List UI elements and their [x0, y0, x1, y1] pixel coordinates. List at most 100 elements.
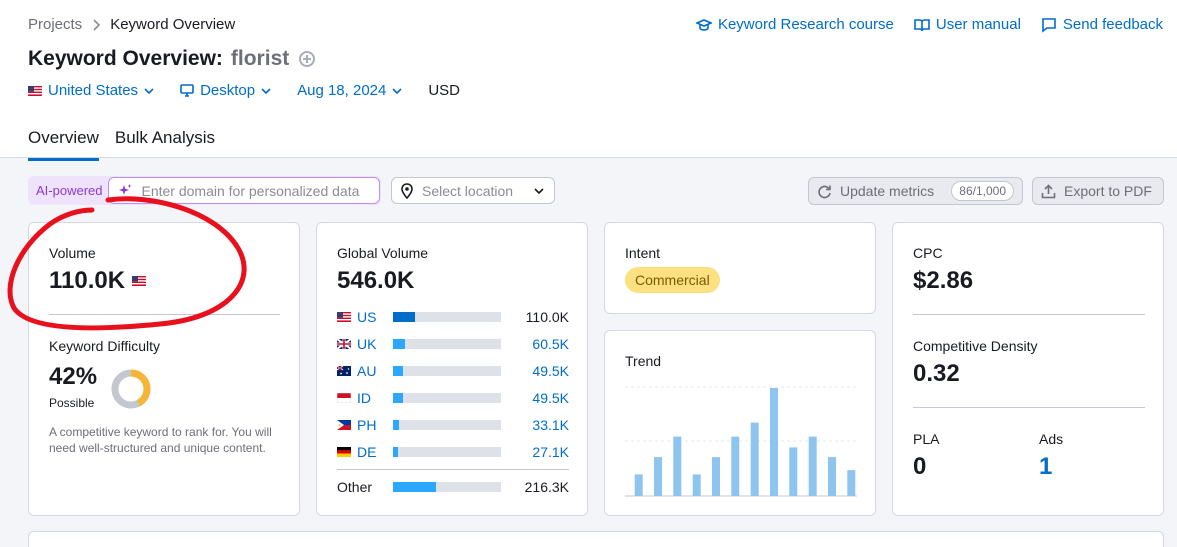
- volume-share-fill: [393, 366, 403, 376]
- global-volume-row[interactable]: UK 60.5K: [337, 334, 569, 354]
- ads-label: Ads: [1039, 431, 1064, 447]
- keyword-difficulty-description: A competitive keyword to rank for. You w…: [49, 425, 272, 455]
- device-dropdown[interactable]: Desktop: [180, 82, 271, 99]
- country-volume-value: 27.1K: [532, 444, 569, 460]
- volume-share-bar: [393, 312, 501, 322]
- add-keyword-icon[interactable]: [299, 51, 316, 67]
- trend-bar[interactable]: [770, 388, 778, 496]
- chevron-down-icon: [534, 187, 544, 194]
- tabs: Overview Bulk Analysis: [28, 128, 215, 161]
- volume-share-bar: [393, 366, 501, 376]
- global-volume-divider: [337, 469, 569, 470]
- id-flag-icon: [337, 393, 351, 403]
- trend-bar[interactable]: [789, 447, 798, 496]
- country-code-text: UK: [357, 336, 377, 352]
- next-section-card: [28, 531, 1164, 547]
- trend-bar[interactable]: [750, 422, 759, 496]
- send-feedback-link[interactable]: Send feedback: [1041, 16, 1163, 33]
- domain-input[interactable]: Enter domain for personalized data: [108, 177, 381, 204]
- trend-chart: [625, 386, 857, 497]
- country-code: DE: [337, 444, 377, 460]
- volume-share-bar: [393, 447, 501, 457]
- country-volume-value: 49.5K: [532, 390, 569, 406]
- date-label: Aug 18, 2024: [297, 82, 387, 99]
- upload-icon: [1041, 183, 1056, 198]
- book-icon: [914, 18, 930, 31]
- send-feedback-label: Send feedback: [1062, 16, 1163, 33]
- global-volume-row[interactable]: US 110.0K: [337, 307, 569, 327]
- page-title-text: Keyword Overview:: [28, 47, 223, 70]
- difficulty-donut-chart: [111, 369, 151, 409]
- toolbar: AI-powered Enter domain for personalized…: [28, 176, 1164, 206]
- date-dropdown[interactable]: Aug 18, 2024: [297, 82, 402, 99]
- country-code-text: US: [357, 309, 377, 325]
- top-links: Keyword Research course User manual Send…: [695, 16, 1163, 33]
- trend-bar[interactable]: [808, 436, 817, 496]
- country-code-text: ID: [357, 390, 371, 406]
- breadcrumb-projects-link[interactable]: Projects: [28, 16, 82, 33]
- update-metrics-count: 86/1,000: [951, 181, 1014, 201]
- country-label: United States: [48, 82, 139, 99]
- desktop-icon: [180, 84, 194, 97]
- trend-bar[interactable]: [847, 470, 856, 496]
- ads-value[interactable]: 1: [1039, 453, 1052, 481]
- trend-bar[interactable]: [731, 436, 740, 496]
- volume-share-bar: [393, 420, 501, 430]
- volume-share-bar: [393, 482, 501, 492]
- keyword-research-course-link[interactable]: Keyword Research course: [695, 16, 894, 33]
- tab-overview[interactable]: Overview: [28, 128, 99, 161]
- volume-share-fill: [393, 312, 415, 322]
- global-volume-value: 546.0K: [337, 267, 415, 294]
- page-title: Keyword Overview: florist: [28, 47, 316, 71]
- currency-label: USD: [428, 82, 461, 99]
- global-volume-row[interactable]: DE 27.1K: [337, 442, 569, 462]
- country-code-text: PH: [357, 417, 377, 433]
- cpc-card: CPC $2.86 Competitive Density 0.32 PLA 0…: [892, 222, 1164, 516]
- country-volume-value: 49.5K: [532, 363, 569, 379]
- other-label: Other: [337, 479, 373, 495]
- trend-bar[interactable]: [654, 457, 662, 496]
- volume-value: 110.0K: [49, 267, 126, 294]
- keyword-research-course-label: Keyword Research course: [717, 16, 894, 33]
- country-volume-value: 110.0K: [525, 309, 569, 325]
- global-volume-row[interactable]: AU 49.5K: [337, 361, 569, 381]
- competitive-density-value: 0.32: [913, 360, 960, 387]
- cpc-divider: [913, 314, 1145, 315]
- country-dropdown[interactable]: United States: [28, 82, 154, 99]
- us-flag-icon: [132, 276, 147, 286]
- country-code: AU: [337, 363, 377, 379]
- trend-bar[interactable]: [692, 474, 701, 496]
- keyword-difficulty-level: Possible: [49, 396, 95, 410]
- cpc-label: CPC: [913, 245, 943, 261]
- global-volume-row[interactable]: PH 33.1K: [337, 415, 569, 435]
- location-select[interactable]: Select location: [391, 177, 555, 204]
- global-volume-other-row: Other 216.3K: [337, 477, 569, 497]
- trend-bar[interactable]: [712, 457, 720, 496]
- country-code: PH: [337, 417, 377, 433]
- filters-bar: United States Desktop Aug 18, 2024 USD: [28, 82, 460, 99]
- global-volume-row[interactable]: ID 49.5K: [337, 388, 569, 408]
- volume-share-fill: [393, 393, 403, 403]
- user-manual-label: User manual: [935, 16, 1021, 33]
- chevron-down-icon: [392, 87, 402, 94]
- volume-difficulty-card: Volume 110.0K Keyword Difficulty 42% Pos…: [28, 222, 300, 516]
- export-pdf-label: Export to PDF: [1064, 183, 1152, 199]
- keyword-difficulty-value: 42%: [49, 363, 98, 390]
- user-manual-link[interactable]: User manual: [914, 16, 1021, 33]
- volume-share-bar: [393, 339, 501, 349]
- chat-icon: [1042, 17, 1056, 33]
- us-flag-icon: [337, 312, 351, 322]
- trend-bar[interactable]: [828, 457, 836, 496]
- cpc-value: $2.86: [913, 267, 974, 294]
- export-pdf-button[interactable]: Export to PDF: [1032, 177, 1164, 205]
- tab-bulk-analysis[interactable]: Bulk Analysis: [115, 128, 215, 161]
- global-volume-card: Global Volume 546.0K US 110.0K UK 60.5K …: [316, 222, 588, 516]
- ai-powered-label: AI-powered: [36, 183, 103, 198]
- ai-powered-domain-box: AI-powered Enter domain for personalized…: [28, 176, 382, 205]
- country-volume-value: 33.1K: [532, 417, 569, 433]
- trend-bar[interactable]: [634, 474, 643, 496]
- volume-label: Volume: [49, 245, 96, 261]
- volume-share-fill: [393, 339, 405, 349]
- update-metrics-button[interactable]: Update metrics 86/1,000: [808, 177, 1023, 205]
- trend-bar[interactable]: [673, 436, 682, 496]
